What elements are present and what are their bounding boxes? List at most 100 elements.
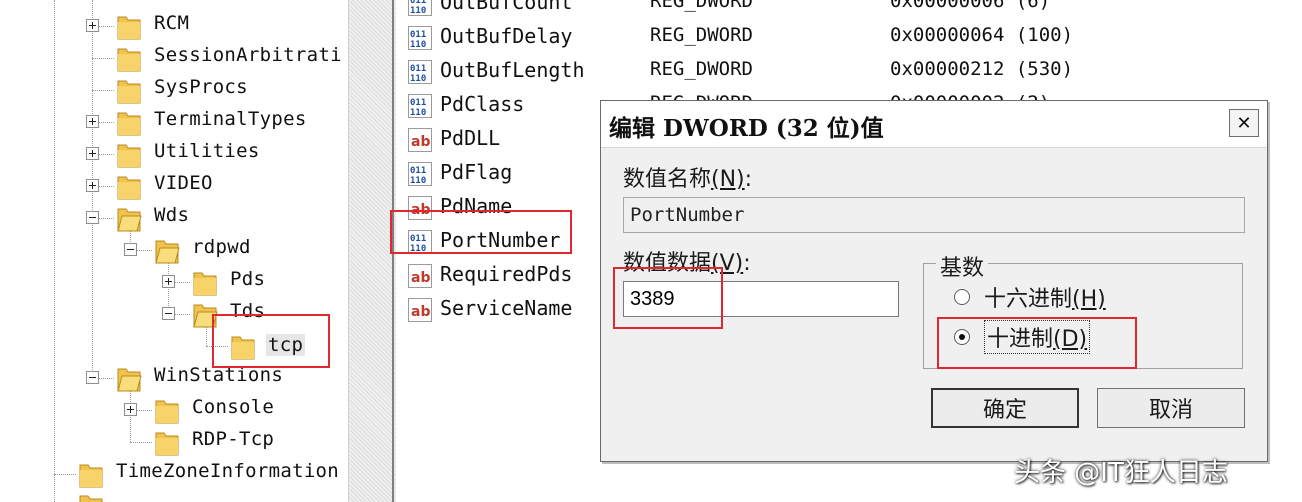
- value-type: REG_DWORD: [650, 58, 753, 80]
- value-data: 0x00000006 (6): [890, 0, 1051, 12]
- svg-text:011: 011: [410, 98, 426, 108]
- tree-item-label: Pds: [230, 268, 266, 290]
- binary-value-icon: 011110: [408, 94, 432, 118]
- collapse-icon[interactable]: [162, 307, 175, 320]
- folder-icon: [117, 48, 141, 72]
- svg-text:110: 110: [410, 6, 426, 16]
- folder-icon: [117, 16, 141, 40]
- dialog-titlebar[interactable]: 编辑 DWORD (32 位)值 ✕: [601, 101, 1267, 148]
- radio-hex-icon[interactable]: [954, 289, 970, 305]
- tree-item-label: Console: [192, 396, 275, 418]
- string-value-icon: ab: [408, 264, 432, 288]
- value-type: REG_DWORD: [650, 0, 753, 12]
- svg-text:110: 110: [410, 176, 426, 186]
- svg-text:110: 110: [410, 108, 426, 118]
- edit-dword-dialog: 编辑 DWORD (32 位)值 ✕ 数值名称(N): PortNumber 数…: [600, 100, 1268, 462]
- binary-value-icon: 011110: [408, 0, 432, 16]
- value-name: OutBufCount: [440, 0, 573, 14]
- svg-text:110: 110: [410, 40, 426, 50]
- value-name: OutBufDelay: [440, 24, 573, 48]
- close-icon: ✕: [1236, 112, 1252, 134]
- collapse-icon[interactable]: [86, 371, 99, 384]
- value-name: ServiceName: [440, 296, 573, 320]
- expand-icon[interactable]: [124, 403, 137, 416]
- svg-text:ab: ab: [411, 304, 430, 320]
- folder-open-icon: [117, 208, 142, 232]
- base-group-label: 基数: [936, 250, 989, 282]
- folder-icon: [155, 432, 179, 456]
- expand-icon[interactable]: [86, 115, 99, 128]
- tree-item-label: RDP-Tcp: [192, 428, 275, 450]
- tree-item-label: RCM: [154, 12, 190, 34]
- folder-open-icon: [117, 368, 142, 392]
- tree-connector: [54, 0, 55, 502]
- folder-icon: [155, 400, 179, 424]
- folder-icon: [193, 272, 217, 296]
- collapse-icon[interactable]: [124, 243, 137, 256]
- dialog-title: 编辑 DWORD (32 位)值: [609, 115, 884, 142]
- radio-hexadecimal[interactable]: 十六进制(H): [954, 282, 1106, 312]
- radio-hex-label: 十六进制(H): [984, 281, 1106, 313]
- tree-item-label: rdpwd: [192, 236, 251, 258]
- tree-item-label: SysProcs: [154, 76, 248, 98]
- folder-open-icon: [155, 240, 180, 264]
- folder-icon: [117, 176, 141, 200]
- value-type: REG_DWORD: [650, 24, 753, 46]
- value-name-suffix: :: [744, 167, 753, 192]
- ok-button[interactable]: 确定: [931, 388, 1079, 428]
- tree-item-label: TerminalTypes: [154, 108, 307, 130]
- svg-text:ab: ab: [411, 134, 430, 150]
- highlight-box-portnumber: [390, 210, 572, 254]
- binary-value-icon: 011110: [408, 162, 432, 186]
- value-name: RequiredPds: [440, 262, 573, 286]
- value-name: PdDLL: [440, 126, 501, 150]
- tree-item-label: SessionArbitrati: [154, 44, 342, 66]
- radio-hex-text: 十六进制: [984, 287, 1073, 312]
- value-name-label-text: 数值名称: [623, 167, 712, 192]
- tree-connector: [92, 222, 93, 378]
- svg-text:011: 011: [410, 64, 426, 74]
- folder-icon: [79, 464, 103, 488]
- string-value-icon: ab: [408, 298, 432, 322]
- value-name-mnemonic: (N): [711, 167, 745, 192]
- value-name-field: PortNumber: [623, 197, 1245, 233]
- binary-value-icon: 011110: [408, 26, 432, 50]
- value-name: PdClass: [440, 92, 525, 116]
- folder-icon: [117, 144, 141, 168]
- string-value-icon: ab: [408, 128, 432, 152]
- value-data-suffix: :: [743, 251, 751, 276]
- value-data: 0x00000212 (530): [890, 58, 1074, 80]
- svg-text:110: 110: [410, 74, 426, 84]
- tree-item-label: VIDEO: [154, 172, 213, 194]
- expand-icon[interactable]: [86, 179, 99, 192]
- value-name-label: 数值名称(N):: [623, 161, 752, 193]
- tree-item-label: Utilities: [154, 140, 260, 162]
- value-row[interactable]: 011 110 OutBufLength REG_DWORD 0x00000212 (5…: [396, 54, 1302, 88]
- highlight-box-decimal: [937, 317, 1137, 369]
- binary-value-icon: 011110: [408, 60, 432, 84]
- value-data: 0x00000064 (100): [890, 24, 1074, 46]
- collapse-icon[interactable]: [86, 211, 99, 224]
- registry-tree-pane[interactable]: RCM SessionArbitrati SysProcs TerminalTy…: [0, 0, 348, 502]
- folder-icon: [117, 80, 141, 104]
- svg-text:ab: ab: [411, 270, 430, 286]
- cancel-button[interactable]: 取消: [1097, 388, 1245, 428]
- folder-icon: [117, 112, 141, 136]
- svg-text:011: 011: [410, 166, 426, 176]
- radio-hex-mnemonic: (H): [1072, 287, 1106, 312]
- value-name: PdFlag: [440, 160, 513, 184]
- expand-icon[interactable]: [162, 275, 175, 288]
- tree-partial-row: [0, 0, 348, 4]
- value-name: OutBufLength: [440, 58, 585, 82]
- tree-item-label: TimeZoneInformation: [116, 460, 340, 482]
- watermark: 头条 @IT狂人日志: [1014, 458, 1228, 488]
- value-row[interactable]: 011 110 OutBufCount REG_DWORD 0x00000006 (6): [396, 0, 1302, 20]
- expand-icon[interactable]: [86, 147, 99, 160]
- highlight-box-data: [613, 267, 723, 329]
- value-row[interactable]: 011 110 OutBufDelay REG_DWORD 0x00000064 (10…: [396, 20, 1302, 54]
- tree-item-label: Wds: [154, 204, 190, 226]
- svg-text:011: 011: [410, 30, 426, 40]
- folder-icon: [79, 495, 103, 502]
- highlight-box-tcp: [212, 314, 330, 368]
- close-button[interactable]: ✕: [1229, 109, 1259, 137]
